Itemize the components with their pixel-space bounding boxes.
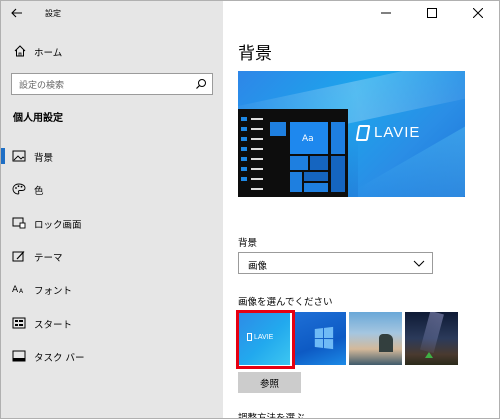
svg-text:A: A xyxy=(19,288,24,295)
sidebar-item-home[interactable]: ホーム xyxy=(1,39,223,63)
search-placeholder: 設定の検索 xyxy=(19,81,65,91)
page-title: 背景 xyxy=(238,44,272,64)
sidebar-item-start[interactable]: スタート xyxy=(1,308,223,338)
sidebar: 設定 ホーム 設定の検索 個人用設定 背景 色 ロック画面 テーマ A A フォ… xyxy=(1,1,223,418)
sidebar-item-label: 背景 xyxy=(34,153,54,164)
select-value: 画像 xyxy=(248,261,268,272)
sidebar-item-label: スタート xyxy=(34,320,73,331)
palette-icon xyxy=(12,183,26,195)
choose-picture-label: 画像を選んでください xyxy=(238,297,333,308)
sidebar-item-label: テーマ xyxy=(34,253,63,264)
sidebar-item-label: フォント xyxy=(34,286,73,297)
sample-tile: Aa xyxy=(290,122,328,154)
sidebar-item-label: ホーム xyxy=(34,48,63,59)
selection-highlight xyxy=(236,310,295,369)
sidebar-item-background[interactable]: 背景 xyxy=(1,141,223,171)
browse-button[interactable]: 参照 xyxy=(238,372,301,393)
taskbar-icon xyxy=(12,350,26,362)
search-icon xyxy=(196,79,206,89)
window-controls xyxy=(363,1,499,25)
sidebar-item-lock-screen[interactable]: ロック画面 xyxy=(1,208,223,238)
minimize-icon xyxy=(381,12,391,14)
sidebar-item-color[interactable]: 色 xyxy=(1,174,223,204)
back-arrow-icon xyxy=(11,8,22,18)
section-title: 個人用設定 xyxy=(13,113,63,124)
sidebar-item-theme[interactable]: テーマ xyxy=(1,241,223,271)
svg-text:A: A xyxy=(12,285,19,295)
picture-icon xyxy=(12,150,26,162)
maximize-button[interactable] xyxy=(409,1,455,25)
background-preview: LAVIE Aa xyxy=(238,71,465,197)
chevron-down-icon xyxy=(413,260,425,267)
start-icon xyxy=(12,317,26,329)
close-icon xyxy=(473,8,483,18)
start-menu-preview: Aa xyxy=(238,109,348,197)
sidebar-item-taskbar[interactable]: タスク バー xyxy=(1,341,223,371)
home-icon xyxy=(14,45,26,57)
windows-logo-icon xyxy=(314,326,334,350)
settings-window: 設定 ホーム 設定の検索 個人用設定 背景 色 ロック画面 テーマ A A フォ… xyxy=(0,0,500,419)
thumbnail-night-sky[interactable] xyxy=(405,312,458,365)
main-content: 背景 LAVIE Aa 背景 画像 画像を選んでください LAVIE 参照 調整… xyxy=(223,1,499,419)
app-title: 設定 xyxy=(45,9,61,18)
lock-screen-icon xyxy=(12,217,26,229)
font-icon: AA xyxy=(12,285,24,295)
sidebar-item-font[interactable]: AA フォント xyxy=(1,274,223,304)
fit-label: 調整方法を選ぶ xyxy=(238,413,305,419)
minimize-button[interactable] xyxy=(363,1,409,25)
title-bar: 設定 xyxy=(1,1,223,25)
lavie-logo: LAVIE xyxy=(355,124,421,141)
sidebar-item-label: タスク バー xyxy=(34,353,85,364)
search-input[interactable]: 設定の検索 xyxy=(11,73,213,95)
background-type-select[interactable]: 画像 xyxy=(238,252,433,274)
back-button[interactable] xyxy=(5,3,29,23)
maximize-icon xyxy=(427,8,437,18)
thumbnail-windows[interactable] xyxy=(293,312,346,365)
active-indicator xyxy=(1,148,5,164)
thumbnail-beach[interactable] xyxy=(349,312,402,365)
close-button[interactable] xyxy=(455,1,499,25)
background-label: 背景 xyxy=(238,238,258,249)
sample-tile-text: Aa xyxy=(302,134,314,144)
sidebar-item-label: 色 xyxy=(34,186,44,197)
sidebar-item-label: ロック画面 xyxy=(34,220,82,231)
theme-icon xyxy=(12,251,25,262)
preview-logo-text: LAVIE xyxy=(374,124,421,141)
